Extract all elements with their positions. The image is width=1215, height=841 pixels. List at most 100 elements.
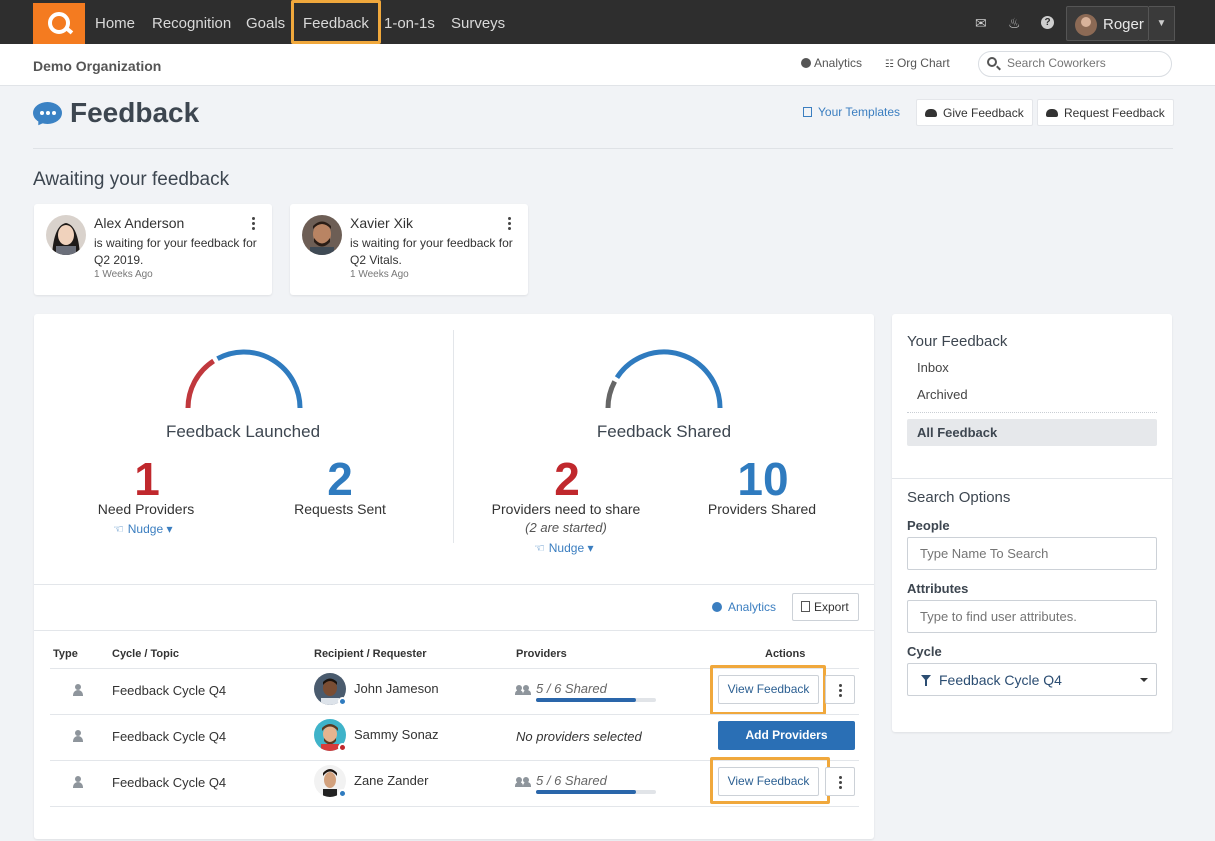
row-divider [50,668,859,669]
request-time: 1 Weeks Ago [350,269,409,280]
mail-icon[interactable]: ✉ [975,15,987,32]
row-divider [50,714,859,715]
request-message: is waiting for your feedback for Q2 2019… [94,236,257,267]
excel-file-icon [801,601,810,612]
need-share-count: 2 [554,453,580,505]
view-feedback-button[interactable]: View Feedback [718,767,819,796]
attributes-search-input[interactable] [907,600,1157,633]
cycle-cell: Feedback Cycle Q4 [112,729,227,744]
awaiting-card[interactable]: Alex Anderson is waiting for your feedba… [34,204,272,295]
app-logo[interactable] [33,3,85,44]
kebab-icon [839,776,843,791]
panel-divider [34,584,874,585]
your-feedback-heading: Your Feedback [907,333,1008,350]
col-providers[interactable]: Providers [516,648,567,660]
request-message: is waiting for your feedback for Q2 Vita… [350,236,513,267]
awaiting-card[interactable]: Xavier Xik is waiting for your feedback … [290,204,528,295]
sidebar-item-archived[interactable]: Archived [917,387,968,402]
launched-title: Feedback Launched [165,422,321,441]
request-time: 1 Weeks Ago [94,269,153,280]
nav-surveys[interactable]: Surveys [451,15,505,32]
requester-name[interactable]: Xavier Xik [350,215,413,231]
started-note: (2 are started) [525,520,607,535]
sidebar-item-all-feedback[interactable]: All Feedback [907,419,1157,446]
nudge-dropdown[interactable]: ☜ Nudge ▾ [534,541,594,555]
speech-bubble-icon [33,102,62,124]
col-cycle[interactable]: Cycle / Topic [112,648,179,660]
row-menu-button[interactable] [825,767,855,796]
card-menu-icon[interactable] [252,217,256,232]
status-dot [338,789,347,798]
sidebar-divider [892,478,1172,479]
card-menu-icon[interactable] [508,217,512,232]
pie-chart-icon [712,602,722,612]
recipient-name[interactable]: Sammy Sonaz [354,727,439,742]
filter-icon [921,675,931,686]
avatar [314,719,347,752]
sidebar-item-inbox[interactable]: Inbox [917,360,949,375]
analytics-link[interactable]: Analytics [712,600,776,614]
feedback-summary-panel: Feedback Launched 1 Need Providers ☜ Nudg… [34,314,874,839]
top-nav: Home Recognition Goals Feedback 1-on-1s … [0,0,1215,44]
view-feedback-button[interactable]: View Feedback [718,675,819,704]
request-feedback-button[interactable]: Request Feedback [1037,99,1174,126]
avatar [314,673,347,706]
cycle-select[interactable]: Feedback Cycle Q4 [907,663,1157,696]
gauge-complete-arc [614,349,723,409]
search-icon [987,57,997,67]
attributes-label: Attributes [907,581,969,596]
people-search-input[interactable] [907,537,1157,570]
page-title: Feedback [70,97,200,128]
nav-home[interactable]: Home [95,15,135,32]
nav-1on1s[interactable]: 1-on-1s [384,15,435,32]
header-divider [33,148,1173,149]
avatar [1075,14,1097,36]
user-name: Roger [1103,16,1144,33]
user-menu-caret-icon[interactable]: ▼ [1149,6,1175,41]
search-input[interactable] [1007,56,1162,70]
providers-shared-label: Providers Shared [707,501,817,517]
user-icon [73,730,83,742]
requests-sent-label: Requests Sent [294,501,386,517]
awaiting-title: Awaiting your feedback [33,169,230,190]
nav-recognition[interactable]: Recognition [152,15,231,32]
cycle-cell: Feedback Cycle Q4 [112,683,227,698]
give-feedback-button[interactable]: Give Feedback [916,99,1033,126]
gauge-pending-arc [185,358,216,409]
gauge-pending-arc [605,380,617,409]
hand-point-icon: ☜ [534,541,545,555]
providers-status[interactable]: 5 / 6 Shared [515,681,607,696]
launched-gauge [185,349,303,409]
search-coworkers[interactable] [978,51,1172,77]
row-menu-button[interactable] [825,675,855,704]
nudge-dropdown[interactable]: ☜ Nudge ▾ [113,522,173,536]
cycle-cell: Feedback Cycle Q4 [112,775,227,790]
cycle-select-value: Feedback Cycle Q4 [939,672,1062,688]
col-type[interactable]: Type [53,648,78,660]
analytics-link[interactable]: Analytics [801,56,862,70]
nav-goals[interactable]: Goals [246,15,285,32]
status-dot [338,743,347,752]
nav-feedback[interactable]: Feedback [303,15,369,32]
col-recipient[interactable]: Recipient / Requester [314,648,426,660]
org-chart-link[interactable]: ☷ Org Chart [885,56,950,70]
row-divider [50,760,859,761]
org-bar: Demo Organization Analytics ☷ Org Chart [0,44,1215,86]
cycle-label: Cycle [907,644,942,659]
recipient-name[interactable]: John Jameson [354,681,439,696]
panel-divider [34,630,874,631]
users-icon [515,684,532,695]
bell-icon[interactable]: ♨ [1008,15,1021,32]
status-dot [338,697,347,706]
recipient-name[interactable]: Zane Zander [354,773,428,788]
user-icon [73,684,83,696]
help-icon[interactable]: ? [1041,16,1054,29]
user-menu-button[interactable]: Roger [1066,6,1149,41]
requester-name[interactable]: Alex Anderson [94,215,184,231]
add-providers-button[interactable]: Add Providers [718,721,855,750]
cloud-download-icon [1046,109,1058,117]
providers-status: No providers selected [516,729,642,744]
export-button[interactable]: Export [792,593,859,621]
providers-status[interactable]: 5 / 6 Shared [515,773,607,788]
your-templates-link[interactable]: Your Templates [803,105,900,119]
